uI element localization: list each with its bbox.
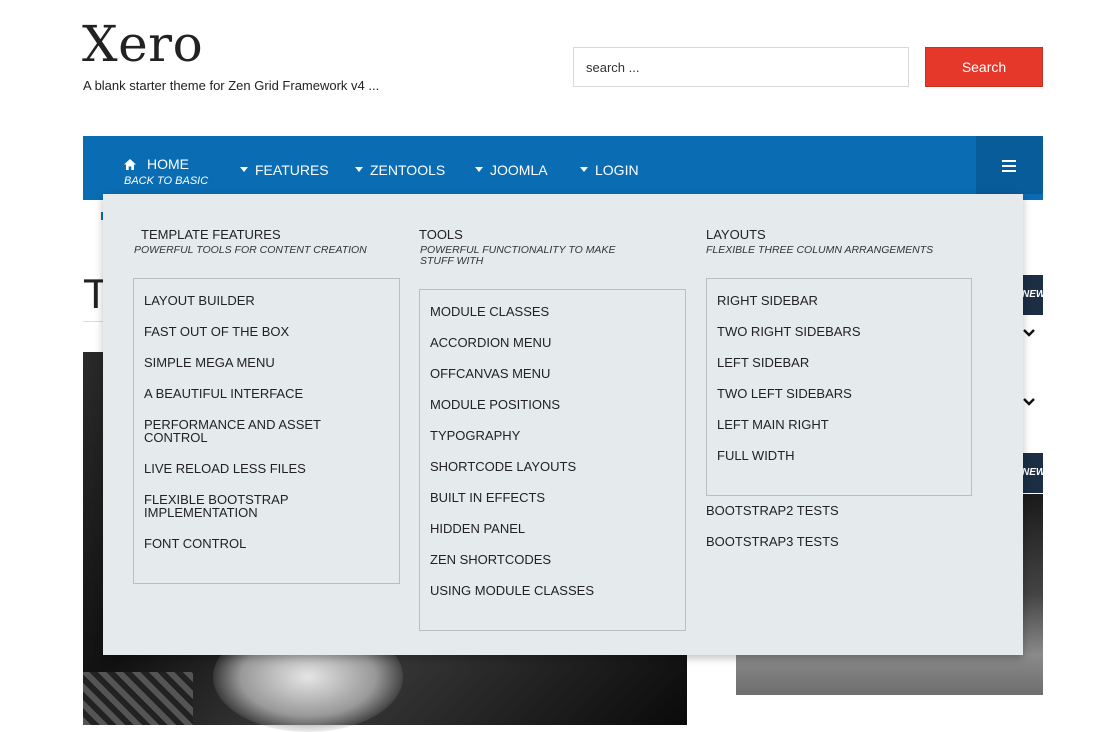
nav-home-label: Home [147, 156, 189, 172]
menu-list-tools: Module classes Accordion Menu Offcanvas … [419, 289, 686, 631]
caret-down-icon [475, 167, 483, 172]
menu-item[interactable]: Built in effects [430, 491, 670, 504]
menu-item[interactable]: Performance and Asset Control [144, 418, 329, 444]
new-badge: NEW [1022, 275, 1043, 315]
caret-down-icon [240, 167, 248, 172]
nav-item-home[interactable]: Home Back to basic [124, 156, 208, 187]
menu-link-bootstrap2-tests[interactable]: Bootstrap2 tests [706, 503, 839, 518]
menu-toggle-button[interactable] [976, 136, 1043, 194]
menu-item[interactable]: Full width [717, 449, 957, 462]
column-heading-template-features[interactable]: Template Features [141, 227, 281, 242]
nav-item-joomla[interactable]: Joomla [475, 162, 548, 178]
site-tagline: A blank starter theme for Zen Grid Frame… [83, 78, 380, 93]
chevron-down-icon[interactable] [1022, 395, 1036, 409]
menu-item[interactable]: Left Sidebar [717, 356, 957, 369]
column-subheading: Powerful tools for content creation [134, 244, 367, 256]
menu-item[interactable]: Flexible Bootstrap Implementation [144, 493, 294, 519]
menu-item[interactable]: Typography [430, 429, 670, 442]
menu-list-template-features: Layout Builder Fast out of the box Simpl… [133, 278, 400, 584]
menu-item[interactable]: Hidden Panel [430, 522, 670, 535]
menu-item[interactable]: Layout Builder [144, 294, 384, 307]
menu-item[interactable]: Simple Mega Menu [144, 356, 384, 369]
menu-item[interactable]: Live Reload Less files [144, 462, 384, 475]
nav-item-zentools[interactable]: Zentools [355, 162, 445, 178]
search-button[interactable]: Search [925, 47, 1043, 87]
menu-item[interactable]: Zen Shortcodes [430, 553, 670, 566]
nav-item-login[interactable]: Login [580, 162, 639, 178]
hamburger-icon [1002, 160, 1016, 162]
caret-down-icon [355, 167, 363, 172]
home-icon [124, 159, 136, 170]
menu-item[interactable]: Left main right [717, 418, 957, 431]
menu-item[interactable]: Module Positions [430, 398, 670, 411]
caret-down-icon [580, 167, 588, 172]
mega-menu-dropdown: Template Features Powerful tools for con… [103, 194, 1023, 655]
menu-item[interactable]: Using module classes [430, 584, 670, 597]
column-subheading: Powerful functionality to make stuff wit… [420, 244, 616, 267]
menu-item[interactable]: Accordion Menu [430, 336, 670, 349]
menu-item[interactable]: A Beautiful Interface [144, 387, 384, 400]
column-heading-layouts[interactable]: Layouts [706, 227, 766, 242]
image-pattern [83, 672, 193, 725]
menu-item[interactable]: Module classes [430, 305, 670, 318]
search-input[interactable] [573, 47, 909, 87]
site-title[interactable]: Xero [82, 14, 203, 74]
menu-link-bootstrap3-tests[interactable]: Bootstrap3 tests [706, 534, 839, 549]
menu-item[interactable]: Font Control [144, 537, 384, 550]
main-navbar: Home Back to basic Features Zentools Joo… [83, 136, 1043, 200]
menu-item[interactable]: Two left sidebars [717, 387, 957, 400]
column-subheading: Flexible three column arrangements [706, 244, 934, 256]
hamburger-icon-line [1002, 165, 1016, 167]
new-badge: NEW [1022, 453, 1043, 493]
nav-item-features[interactable]: Features [240, 162, 329, 178]
menu-item[interactable]: Fast out of the box [144, 325, 384, 338]
column-heading-tools[interactable]: Tools [419, 227, 463, 242]
menu-item[interactable]: Offcanvas Menu [430, 367, 670, 380]
menu-item[interactable]: Two right sidebars [717, 325, 957, 338]
menu-list-layouts: Right Sidebar Two right sidebars Left Si… [706, 278, 972, 496]
menu-item[interactable]: Right Sidebar [717, 294, 957, 307]
chevron-down-icon[interactable] [1022, 326, 1036, 340]
menu-item[interactable]: Shortcode Layouts [430, 460, 670, 473]
nav-home-sublabel: Back to basic [124, 175, 209, 187]
hamburger-icon-line [1002, 170, 1016, 172]
